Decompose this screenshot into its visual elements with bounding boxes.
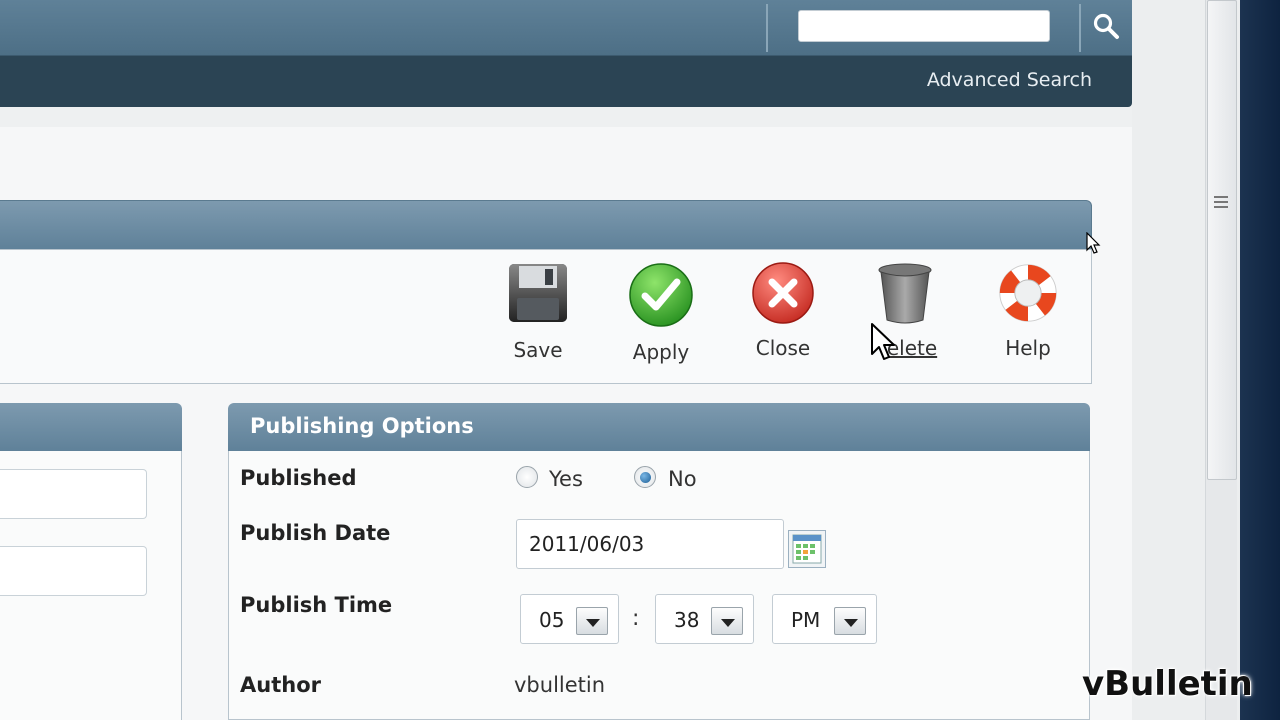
minute-value: 38 <box>674 608 700 632</box>
lifebuoy-icon <box>999 264 1057 322</box>
search-button[interactable] <box>1088 8 1124 44</box>
ampm-select[interactable]: PM <box>772 594 877 644</box>
calendar-icon <box>792 534 822 564</box>
vbulletin-watermark: vBulletin <box>1082 664 1253 704</box>
published-label: Published <box>240 466 357 490</box>
calendar-button[interactable] <box>788 530 826 568</box>
save-button[interactable]: Save <box>493 262 583 362</box>
published-no-radio[interactable] <box>634 466 656 488</box>
scrollbar-thumb[interactable] <box>1207 0 1237 480</box>
left-panel-header <box>0 403 182 451</box>
help-label: Help <box>1005 336 1051 360</box>
hour-select[interactable]: 05 <box>520 594 619 644</box>
author-value: vbulletin <box>514 673 606 697</box>
toolbar-header <box>0 200 1092 250</box>
advanced-search-link[interactable]: Advanced Search <box>927 69 1092 91</box>
chevron-down-icon <box>576 607 608 635</box>
divider <box>1079 4 1081 52</box>
time-separator: : <box>632 606 640 631</box>
delete-label: elete <box>886 336 938 360</box>
checkmark-icon <box>629 263 693 327</box>
no-label: No <box>668 467 697 491</box>
search-icon <box>1093 13 1119 39</box>
yes-label: Yes <box>549 467 583 491</box>
delete-button[interactable]: elete <box>860 262 950 360</box>
publish-date-label: Publish Date <box>240 521 391 545</box>
close-icon <box>752 262 814 324</box>
window-frame-edge <box>1240 0 1280 720</box>
search-input[interactable] <box>798 10 1050 42</box>
save-label: Save <box>513 338 563 362</box>
apply-label: Apply <box>632 340 690 364</box>
top-search-bar <box>0 0 1132 56</box>
help-button[interactable]: Help <box>983 262 1073 360</box>
scrollbar-grip-icon <box>1214 196 1228 208</box>
save-icon <box>509 264 567 322</box>
divider <box>766 4 768 52</box>
close-button[interactable]: Close <box>738 262 828 360</box>
published-yes-radio[interactable] <box>516 466 538 488</box>
publishing-options-title: Publishing Options <box>250 414 474 438</box>
hour-value: 05 <box>539 608 565 632</box>
author-label: Author <box>240 673 321 697</box>
close-label: Close <box>755 336 811 360</box>
minute-select[interactable]: 38 <box>655 594 754 644</box>
text-field[interactable] <box>0 546 147 596</box>
chevron-down-icon <box>711 607 743 635</box>
publishing-options-panel <box>228 451 1090 720</box>
chevron-down-icon <box>834 607 866 635</box>
apply-button[interactable]: Apply <box>616 262 706 364</box>
text-field[interactable] <box>0 469 147 519</box>
ampm-value: PM <box>791 608 821 632</box>
nav-bar: Advanced Search <box>0 56 1132 107</box>
publish-time-label: Publish Time <box>240 593 393 617</box>
publishing-options-header: Publishing Options <box>228 403 1090 451</box>
publish-date-input[interactable] <box>516 519 784 569</box>
trash-icon <box>878 263 932 324</box>
